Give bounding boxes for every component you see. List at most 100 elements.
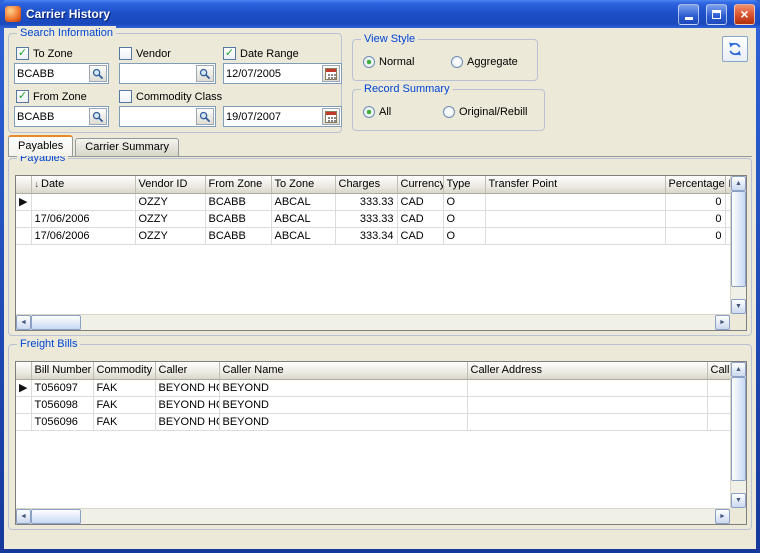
column-header[interactable]: Transfer Point [485,176,665,193]
grid-cell[interactable] [485,210,665,227]
payables-hscrollbar[interactable]: ◄ ► [16,314,730,330]
commodity-class-checkbox[interactable] [119,90,132,103]
freight-hscrollbar[interactable]: ◄ ► [16,508,730,524]
date-from-calendar-button[interactable] [322,65,340,82]
grid-cell[interactable]: CAD [397,193,443,210]
grid-cell[interactable]: BCABB [205,193,271,210]
close-button[interactable]: × [734,4,755,25]
column-header[interactable]: Caller Name [219,362,467,379]
grid-cell[interactable]: T056098 [31,396,93,413]
view-style-normal-radio[interactable] [363,56,375,68]
vendor-input[interactable] [122,65,195,82]
column-header[interactable]: Currency [397,176,443,193]
grid-cell[interactable]: 17/06/2006 [31,227,135,244]
from-zone-checkbox[interactable]: ✓ [16,90,29,103]
column-header[interactable]: Caller Address [467,362,707,379]
grid-cell[interactable]: BEYOND [219,413,467,430]
grid-cell[interactable]: BEYOND HOF [155,379,219,396]
scroll-down-button[interactable]: ▼ [731,493,746,508]
column-header[interactable]: Caller [155,362,219,379]
grid-cell[interactable]: FAK [93,413,155,430]
grid-cell[interactable]: T056096 [31,413,93,430]
grid-cell[interactable] [485,227,665,244]
grid-cell[interactable]: 0 [665,227,725,244]
grid-cell[interactable]: OZZY [135,210,205,227]
row-selector[interactable] [16,396,31,413]
grid-cell[interactable]: O [443,227,485,244]
column-header[interactable]: Commodity [93,362,155,379]
grid-cell[interactable]: 0 [665,193,725,210]
titlebar[interactable]: Carrier History × [0,0,760,28]
grid-cell[interactable]: CAD [397,210,443,227]
date-to-calendar-button[interactable] [322,108,340,125]
grid-cell[interactable] [485,193,665,210]
grid-cell[interactable] [707,413,730,430]
record-summary-all-radio[interactable] [363,106,375,118]
grid-cell[interactable]: 333.34 [335,227,397,244]
grid-cell[interactable]: ABCAL [271,227,335,244]
from-zone-input[interactable] [17,108,88,125]
grid-cell[interactable]: O [443,193,485,210]
grid-cell[interactable] [467,413,707,430]
tab-payables[interactable]: Payables [8,135,73,156]
grid-cell[interactable]: BEYOND [219,379,467,396]
grid-cell[interactable] [467,396,707,413]
grid-cell[interactable]: CAD [397,227,443,244]
from-zone-lookup-button[interactable] [89,108,107,125]
to-zone-checkbox[interactable]: ✓ [16,47,29,60]
grid-cell[interactable]: 17/06/2006 [31,193,135,210]
column-header[interactable]: ↓Date [31,176,135,193]
payables-vscrollbar[interactable]: ▲ ▼ [730,176,746,314]
grid-cell[interactable]: 333.33 [335,210,397,227]
grid-cell[interactable]: OZZY [135,193,205,210]
grid-cell[interactable]: 0 [665,210,725,227]
freight-vscrollbar[interactable]: ▲ ▼ [730,362,746,508]
date-from-input[interactable] [226,65,321,82]
grid-cell[interactable]: 333.33 [335,193,397,210]
to-zone-input[interactable] [17,65,88,82]
vendor-checkbox[interactable] [119,47,132,60]
minimize-button[interactable] [678,4,699,25]
row-selector[interactable] [16,413,31,430]
grid-cell[interactable]: T056097 [31,379,93,396]
scrollbar-thumb[interactable] [731,377,746,481]
grid-cell[interactable]: ABCAL [271,210,335,227]
tab-carrier-summary[interactable]: Carrier Summary [75,138,179,156]
column-header[interactable]: Percentage [665,176,725,193]
date-range-checkbox[interactable]: ✓ [223,47,236,60]
scroll-right-button[interactable]: ► [715,315,730,330]
grid-cell[interactable]: BCABB [205,210,271,227]
scrollbar-thumb[interactable] [31,315,81,330]
grid-cell[interactable]: FAK [93,379,155,396]
row-selector[interactable] [16,210,31,227]
grid-cell[interactable]: O [443,210,485,227]
scroll-left-button[interactable]: ◄ [16,315,31,330]
column-header[interactable]: From Zone [205,176,271,193]
grid-cell[interactable]: BEYOND [219,396,467,413]
grid-cell[interactable]: 17/06/2006 [31,210,135,227]
date-to-input[interactable] [226,108,321,125]
scrollbar-thumb[interactable] [31,509,81,524]
grid-cell[interactable]: BEYOND HOF [155,413,219,430]
grid-cell[interactable] [467,379,707,396]
refresh-button[interactable] [722,36,748,62]
scrollbar-thumb[interactable] [731,191,746,287]
grid-cell[interactable] [707,379,730,396]
record-summary-original-rebill-radio[interactable] [443,106,455,118]
maximize-button[interactable] [706,4,727,25]
scroll-up-button[interactable]: ▲ [731,362,746,377]
column-header[interactable]: Vendor ID [135,176,205,193]
column-header[interactable]: To Zone [271,176,335,193]
grid-cell[interactable]: ABCAL [271,193,335,210]
scroll-right-button[interactable]: ► [715,509,730,524]
column-header[interactable]: Charges [335,176,397,193]
row-selector[interactable]: ▶ [16,193,31,210]
grid-cell[interactable]: OZZY [135,227,205,244]
column-header[interactable]: Call [707,362,730,379]
commodity-class-input[interactable] [122,108,195,125]
column-header[interactable]: Bill Number [31,362,93,379]
column-header[interactable]: Type [443,176,485,193]
row-selector[interactable]: ▶ [16,379,31,396]
scroll-down-button[interactable]: ▼ [731,299,746,314]
grid-cell[interactable]: FAK [93,396,155,413]
